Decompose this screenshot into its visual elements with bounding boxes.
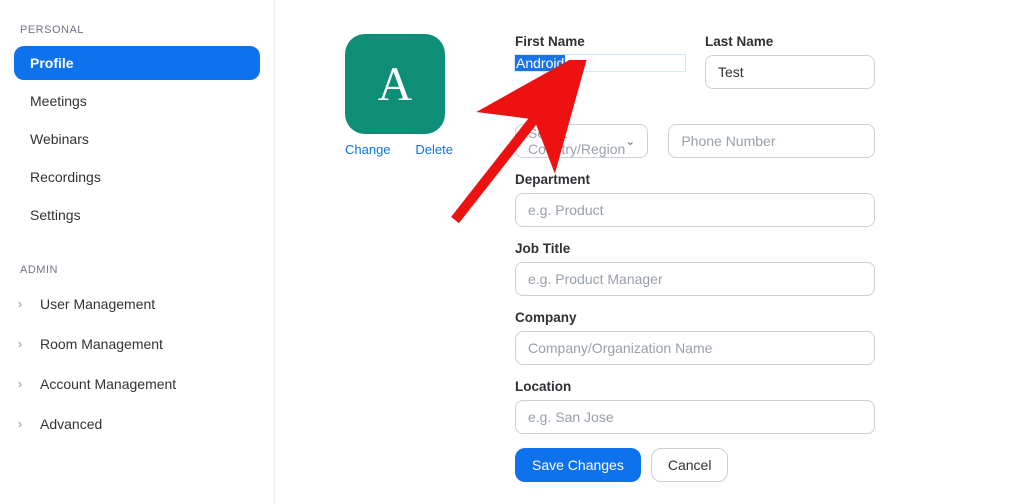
chevron-down-icon: ⌄ <box>625 134 635 148</box>
sidebar-section-admin: ADMIN <box>20 264 260 276</box>
sidebar-item-settings[interactable]: Settings <box>14 198 260 232</box>
company-field[interactable] <box>515 331 875 365</box>
chevron-right-icon: › <box>18 337 32 351</box>
last-name-field[interactable] <box>705 55 875 89</box>
sidebar-item-label: Room Management <box>40 336 163 352</box>
company-label: Company <box>515 310 875 325</box>
sidebar-item-profile[interactable]: Profile <box>14 46 260 80</box>
department-field[interactable] <box>515 193 875 227</box>
sidebar-item-meetings[interactable]: Meetings <box>14 84 260 118</box>
phone-label: Phone <box>515 103 875 118</box>
avatar-initial: A <box>378 57 413 112</box>
first-name-label: First Name <box>515 34 685 49</box>
sidebar-item-label: Advanced <box>40 416 102 432</box>
sidebar-item-label: Account Management <box>40 376 176 392</box>
first-name-field[interactable]: Android <box>515 55 685 71</box>
main-content: A Change Delete First Name Android Last … <box>275 0 1024 504</box>
last-name-label: Last Name <box>705 34 875 49</box>
first-name-value: Android <box>515 55 565 71</box>
sidebar-item-label: Meetings <box>30 93 87 109</box>
department-label: Department <box>515 172 875 187</box>
profile-form: First Name Android Last Name Phone Selec… <box>515 34 935 482</box>
sidebar-item-account-management[interactable]: › Account Management <box>14 366 260 402</box>
location-label: Location <box>515 379 875 394</box>
sidebar-item-label: User Management <box>40 296 155 312</box>
phone-region-select[interactable]: Select Country/Region ⌄ <box>515 124 648 158</box>
sidebar-item-label: Webinars <box>30 131 89 147</box>
sidebar-item-label: Profile <box>30 55 74 71</box>
chevron-right-icon: › <box>18 377 32 391</box>
phone-number-field[interactable] <box>668 124 875 158</box>
sidebar: PERSONAL Profile Meetings Webinars Recor… <box>0 0 275 504</box>
sidebar-item-advanced[interactable]: › Advanced <box>14 406 260 442</box>
sidebar-item-user-management[interactable]: › User Management <box>14 286 260 322</box>
jobtitle-field[interactable] <box>515 262 875 296</box>
save-button[interactable]: Save Changes <box>515 448 641 482</box>
sidebar-section-personal: PERSONAL <box>20 24 260 36</box>
avatar-column: A Change Delete <box>345 34 515 157</box>
jobtitle-label: Job Title <box>515 241 875 256</box>
sidebar-item-label: Recordings <box>30 169 101 185</box>
sidebar-item-recordings[interactable]: Recordings <box>14 160 260 194</box>
chevron-right-icon: › <box>18 297 32 311</box>
phone-region-placeholder: Select Country/Region <box>528 125 625 157</box>
avatar-change-link[interactable]: Change <box>345 142 391 157</box>
avatar-delete-link[interactable]: Delete <box>415 142 453 157</box>
sidebar-item-label: Settings <box>30 207 81 223</box>
sidebar-item-room-management[interactable]: › Room Management <box>14 326 260 362</box>
avatar: A <box>345 34 445 134</box>
cancel-button[interactable]: Cancel <box>651 448 729 482</box>
chevron-right-icon: › <box>18 417 32 431</box>
location-field[interactable] <box>515 400 875 434</box>
sidebar-item-webinars[interactable]: Webinars <box>14 122 260 156</box>
